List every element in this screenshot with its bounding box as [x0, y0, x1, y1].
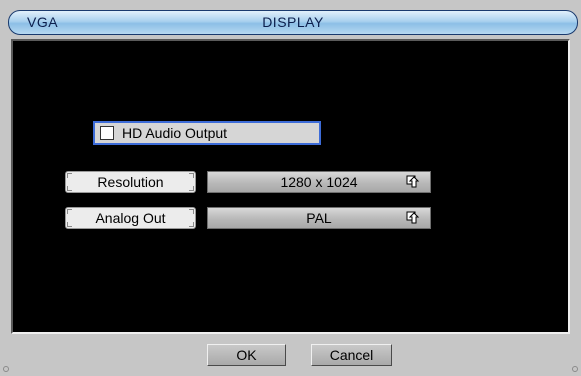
- title-bar: VGA DISPLAY: [8, 10, 578, 35]
- hd-audio-label: HD Audio Output: [122, 125, 228, 141]
- analog-out-select[interactable]: PAL: [207, 207, 431, 229]
- resolution-label: Resolution: [65, 171, 196, 193]
- resize-grip-left: [3, 366, 9, 372]
- analog-out-value: PAL: [306, 210, 332, 226]
- resolution-label-text: Resolution: [97, 174, 164, 190]
- resize-grip-right: [572, 366, 578, 372]
- dropdown-arrow-icon: [406, 175, 420, 188]
- resolution-value: 1280 x 1024: [280, 174, 358, 190]
- analog-out-label-text: Analog Out: [95, 210, 166, 226]
- resolution-select[interactable]: 1280 x 1024: [207, 171, 431, 193]
- hd-audio-checkbox[interactable]: [100, 126, 114, 140]
- display-dialog: VGA DISPLAY HD Audio Output Resolution 1…: [0, 0, 581, 376]
- dialog-title: DISPLAY: [262, 14, 324, 30]
- dropdown-arrow-icon: [406, 211, 420, 224]
- hd-audio-output-option[interactable]: HD Audio Output: [93, 121, 321, 145]
- cancel-button[interactable]: Cancel: [311, 344, 392, 366]
- analog-out-label: Analog Out: [65, 207, 196, 229]
- ok-button[interactable]: OK: [207, 344, 286, 366]
